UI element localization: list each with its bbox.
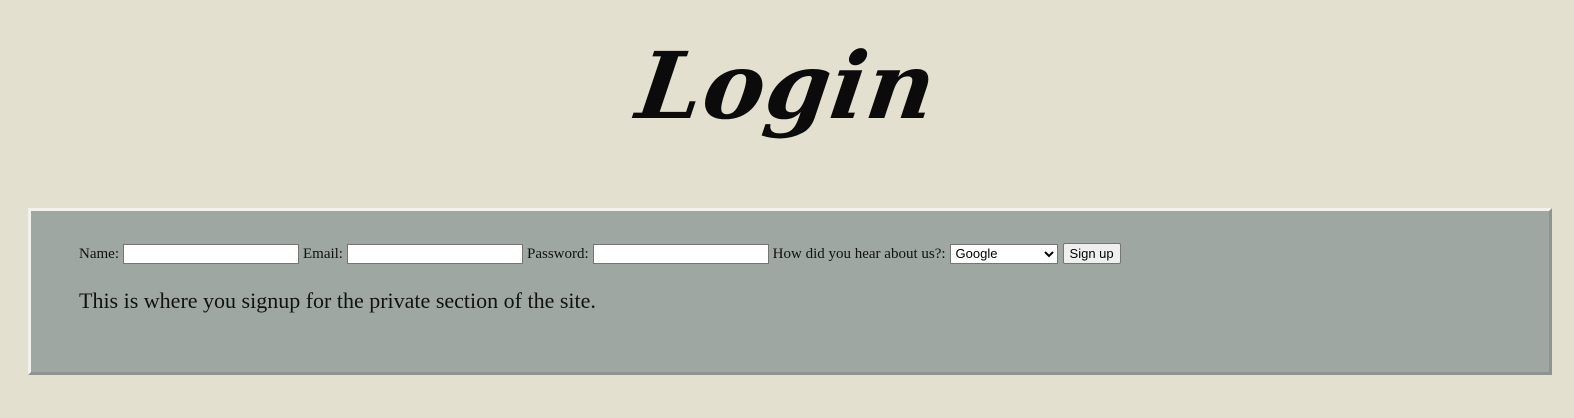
- password-field[interactable]: [592, 243, 769, 264]
- email-label: Email:: [302, 245, 343, 262]
- name-label: Name:: [79, 245, 119, 262]
- referral-select[interactable]: Google: [949, 243, 1058, 264]
- page-title: Login: [630, 32, 944, 140]
- referral-label: How did you hear about us?:: [772, 245, 946, 262]
- email-field[interactable]: [346, 243, 523, 264]
- signup-form: Name: Email: Password: How did you hear …: [79, 243, 1121, 264]
- name-field[interactable]: [122, 243, 299, 264]
- password-label: Password:: [526, 245, 589, 262]
- sign-up-button[interactable]: Sign up: [1062, 243, 1121, 264]
- signup-description: This is where you signup for the private…: [79, 288, 596, 313]
- signup-panel: Name: Email: Password: How did you hear …: [28, 208, 1552, 375]
